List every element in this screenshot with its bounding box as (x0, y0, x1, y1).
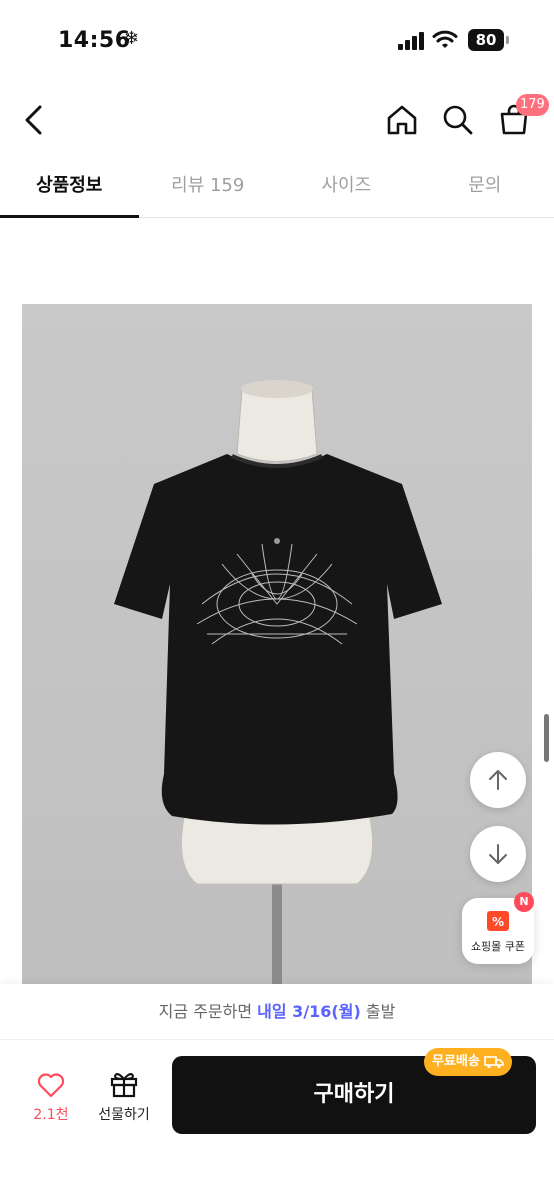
delivery-notice: 지금 주문하면 내일 3/16(월) 출발 (0, 984, 554, 1040)
bottom-action-bar: 2.1천 선물하기 구매하기 무료배송 (0, 1040, 554, 1200)
product-tabs: 상품정보 리뷰 159 사이즈 문의 (0, 158, 554, 218)
delivery-date: 내일 3/16(월) (257, 1002, 361, 1021)
arrow-up-icon (489, 770, 507, 790)
top-nav-bar (0, 92, 554, 148)
battery-tip (506, 36, 509, 44)
product-image[interactable] (22, 304, 532, 984)
cellular-signal-icon (398, 32, 426, 50)
status-bar: 14:56 ❄ 80 (0, 0, 554, 80)
tab-size[interactable]: 사이즈 (277, 158, 416, 217)
search-icon (443, 105, 473, 135)
svg-text:%: % (492, 915, 504, 929)
wifi-icon (432, 30, 458, 48)
tab-reviews[interactable]: 리뷰 159 (139, 158, 278, 217)
tab-inquiry[interactable]: 문의 (416, 158, 554, 217)
free-shipping-label: 무료배송 (432, 1054, 480, 1069)
heart-icon (37, 1073, 65, 1098)
snowflake-icon: ❄ (124, 28, 140, 49)
truck-icon (484, 1056, 504, 1069)
delivery-prefix: 지금 주문하면 (158, 1002, 258, 1021)
home-button[interactable] (380, 98, 424, 142)
free-shipping-badge: 무료배송 (424, 1048, 512, 1076)
shop-coupon-button[interactable]: % 쇼핑몰 쿠폰 N (462, 892, 534, 964)
gift-label: 선물하기 (98, 1107, 150, 1123)
gift-icon (110, 1073, 138, 1098)
tshirt-on-mannequin-image (114, 380, 442, 984)
new-badge: N (514, 892, 534, 912)
scroll-up-button[interactable] (470, 752, 526, 808)
search-button[interactable] (436, 98, 480, 142)
back-button[interactable] (12, 98, 56, 142)
scrollbar[interactable] (544, 714, 549, 762)
scroll-down-button[interactable] (470, 826, 526, 882)
like-count: 2.1천 (33, 1107, 69, 1123)
coupon-icon: % (487, 911, 509, 931)
like-button[interactable]: 2.1천 (26, 1072, 76, 1124)
tab-product-info[interactable]: 상품정보 (0, 158, 139, 218)
battery-indicator: 80 (468, 29, 504, 51)
arrow-down-icon (489, 844, 507, 864)
cart-count-badge: 179 (516, 94, 549, 116)
status-time: 14:56 (58, 28, 131, 53)
chevron-left-icon (25, 105, 42, 135)
home-icon (387, 105, 417, 135)
coupon-label: 쇼핑몰 쿠폰 (470, 940, 526, 953)
delivery-suffix: 출발 (360, 1002, 396, 1021)
gift-button[interactable]: 선물하기 (92, 1070, 156, 1124)
